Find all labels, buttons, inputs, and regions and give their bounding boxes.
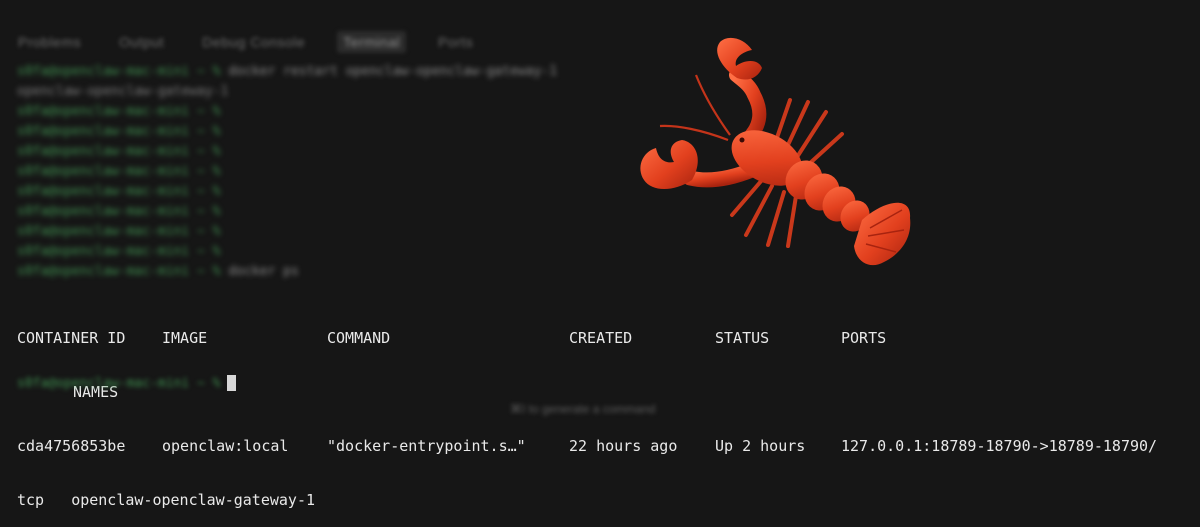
command-output: openclaw-openclaw-gateway-1 [17,84,229,99]
terminal-line: s0fa@openclaw-mac-mini ~ % [17,182,1192,202]
prompt-text: s0fa@openclaw-mac-mini ~ % [17,64,221,79]
header-command: COMMAND [327,329,391,347]
command-text: docker restart openclaw-openclaw-gateway… [228,64,558,79]
header-created: CREATED [569,329,633,347]
cell-ports-wrap: tcp [17,491,45,509]
prompt-text: s0fa@openclaw-mac-mini ~ % [17,104,221,119]
tab-output[interactable]: Output [113,31,170,53]
terminal-line: s0fa@openclaw-mac-mini ~ % [17,162,1192,182]
terminal-line: s0fa@openclaw-mac-mini ~ % [17,242,1192,262]
terminal-line: s0fa@openclaw-mac-mini ~ % docker restar… [17,62,1192,82]
cell-ports: 127.0.0.1:18789-18790->18789-18790/ [841,437,1158,455]
prompt-text: s0fa@openclaw-mac-mini ~ % [17,164,221,179]
terminal-line: s0fa@openclaw-mac-mini ~ % [17,102,1192,122]
cell-image: openclaw:local [162,437,289,455]
terminal-line: s0fa@openclaw-mac-mini ~ % [17,202,1192,222]
cell-created: 22 hours ago [569,437,678,455]
terminal-line: s0fa@openclaw-mac-mini ~ % [17,122,1192,142]
terminal-line: openclaw-openclaw-gateway-1 [17,82,1192,102]
terminal-cursor [226,375,236,391]
prompt-text: s0fa@openclaw-mac-mini ~ % [17,264,221,279]
header-status: STATUS [715,329,770,347]
prompt-text: s0fa@openclaw-mac-mini ~ % [17,244,221,259]
header-container-id: CONTAINER ID [17,329,126,347]
panel-tab-bar: Problems Output Debug Console Terminal P… [12,28,479,56]
lobster-icon [640,37,911,266]
tab-terminal[interactable]: Terminal [337,31,407,53]
terminal-line: s0fa@openclaw-mac-mini ~ % docker ps [17,262,1192,282]
prompt-text: s0fa@openclaw-mac-mini ~ % [17,224,221,239]
prompt-text: s0fa@openclaw-mac-mini ~ % [17,375,221,391]
prompt-text: s0fa@openclaw-mac-mini ~ % [17,144,221,159]
terminal-line: s0fa@openclaw-mac-mini ~ % [17,142,1192,162]
terminal-line: s0fa@openclaw-mac-mini ~ % [17,222,1192,242]
prompt-text: s0fa@openclaw-mac-mini ~ % [17,124,221,139]
cell-names: openclaw-openclaw-gateway-1 [71,491,316,509]
terminal-hint: ⌘I to generate a command [510,402,656,416]
table-row: cda4756853be openclaw:local "docker-entryp… [17,437,1197,455]
terminal-history[interactable]: s0fa@openclaw-mac-mini ~ % docker restar… [17,62,1192,292]
tab-ports[interactable]: Ports [432,31,479,53]
table-header: CONTAINER ID IMAGE COMMAND CREATED STATUS POR… [17,329,1197,347]
command-text: docker ps [228,264,299,279]
terminal-input-line[interactable]: s0fa@openclaw-mac-mini ~ % [17,374,236,392]
cell-status: Up 2 hours [715,437,806,455]
header-image: IMAGE [162,329,208,347]
prompt-text: s0fa@openclaw-mac-mini ~ % [17,204,221,219]
header-ports: PORTS [841,329,887,347]
tab-problems[interactable]: Problems [12,31,87,53]
tab-debug-console[interactable]: Debug Console [196,31,311,53]
table-row-wrap: tcp openclaw-openclaw-gateway-1 [17,491,1197,509]
cell-command: "docker-entrypoint.s…" [327,437,526,455]
cell-container-id: cda4756853be [17,437,126,455]
prompt-text: s0fa@openclaw-mac-mini ~ % [17,184,221,199]
